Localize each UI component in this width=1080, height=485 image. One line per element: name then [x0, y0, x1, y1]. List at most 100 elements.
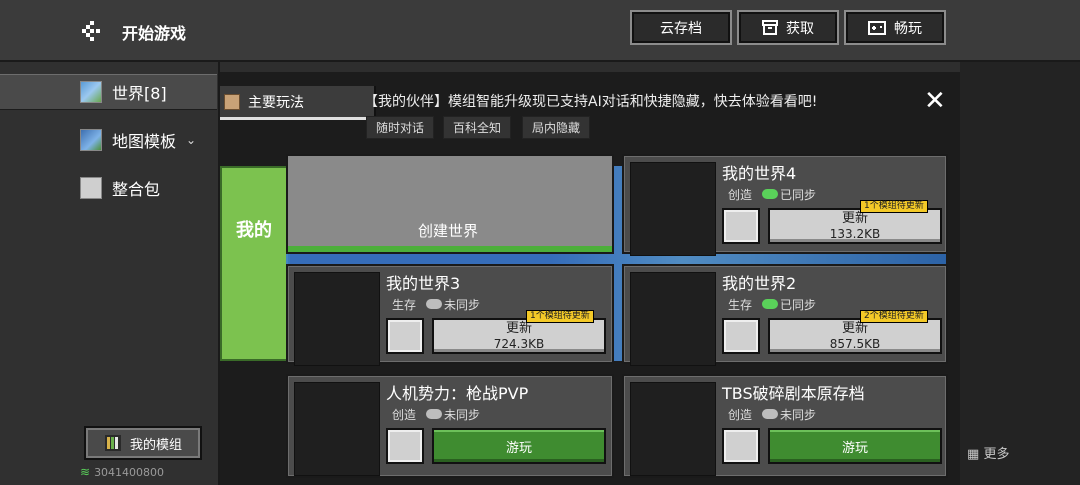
- world-card[interactable]: 人机势力：枪战PVP 创造 未同步 游玩: [286, 374, 614, 478]
- sidebar-item-worlds[interactable]: 世界[8]: [0, 74, 217, 110]
- world-thumbnail: [630, 382, 716, 476]
- box-icon: [762, 20, 778, 35]
- gamepad-icon: [868, 20, 886, 35]
- update-label: 更新: [505, 321, 532, 336]
- gameplay-icon: [224, 93, 240, 110]
- play-label: 游玩: [505, 440, 532, 456]
- update-button[interactable]: 更新 724.3KB: [432, 318, 606, 354]
- world-thumbnail: [294, 382, 380, 476]
- world-card[interactable]: 我的世界2 生存 已同步 更新 857.5KB 2个模组待更新: [622, 264, 948, 366]
- more-link[interactable]: ▦ 更多: [967, 443, 1009, 462]
- update-label: 更新: [841, 321, 868, 336]
- cloud-save-button[interactable]: 云存档: [630, 10, 732, 45]
- world-meta: 创造 未同步: [392, 406, 480, 423]
- update-label: 更新: [841, 211, 868, 226]
- play-tab-button[interactable]: 畅玩: [844, 10, 946, 45]
- world-mode: 创造: [728, 188, 753, 202]
- world-title: 人机势力：枪战PVP: [386, 384, 529, 403]
- create-world-button[interactable]: 创建世界: [286, 154, 614, 254]
- play-label: 游玩: [841, 440, 868, 456]
- sidebar-item-map-templates[interactable]: 地图模板 ⌄: [0, 122, 217, 158]
- more-label: 更多: [983, 447, 1010, 462]
- world-title: 我的世界3: [386, 274, 461, 293]
- sidebar: 世界[8] 地图模板 ⌄ 整合包 我的模组 ≋ 3041400800: [0, 62, 220, 485]
- chip-chat-anytime[interactable]: 随时对话: [366, 116, 434, 139]
- world-mode: 创造: [392, 408, 417, 422]
- world-options-button[interactable]: [722, 428, 760, 464]
- chip-hide-ingame[interactable]: 局内隐藏: [522, 116, 590, 139]
- sidebar-item-label: 世界[8]: [112, 84, 167, 103]
- tab-main-gameplay[interactable]: 主要玩法: [220, 86, 376, 120]
- announcement-text: 【我的伙伴】模组智能升级现已支持AI对话和快捷隐藏，快去体验看看吧!: [364, 94, 818, 110]
- chip-label: 局内隐藏: [531, 121, 580, 135]
- world-meta: 创造 已同步: [728, 186, 816, 203]
- grid-icon: ▦: [967, 447, 980, 462]
- play-button[interactable]: 游玩: [768, 428, 942, 464]
- top-bar: 开始游戏 云存档 获取 畅玩: [0, 0, 1080, 62]
- bookshelf-icon: [104, 435, 121, 451]
- sidebar-item-modpacks[interactable]: 整合包: [0, 170, 217, 206]
- world-icon: [80, 81, 102, 103]
- cloud-synced-icon: [762, 299, 779, 309]
- create-world-label: 创建世界: [418, 222, 479, 240]
- world-card[interactable]: 我的世界3 生存 未同步 更新 724.3KB 1个模组待更新: [286, 264, 614, 366]
- world-mode: 生存: [728, 298, 753, 312]
- chip-encyclopedia[interactable]: 百科全知: [443, 116, 511, 139]
- tab-label: 主要玩法: [248, 94, 304, 111]
- mod-update-badge: 2个模组待更新: [860, 310, 928, 323]
- world-meta: 创造 未同步: [728, 406, 816, 423]
- sync-status: 已同步: [780, 298, 817, 312]
- page-title: 开始游戏: [122, 24, 187, 43]
- world-thumbnail: [630, 162, 716, 256]
- network-status: ≋ 3041400800: [80, 465, 164, 479]
- world-mode: 生存: [392, 298, 417, 312]
- update-size: 857.5KB: [829, 336, 881, 351]
- sync-status: 未同步: [444, 408, 481, 422]
- world-options-button[interactable]: [722, 208, 760, 244]
- mod-update-badge: 1个模组待更新: [860, 200, 928, 213]
- background-strip: [220, 62, 1080, 72]
- get-label: 获取: [786, 20, 814, 37]
- cloud-unsynced-icon: [762, 409, 779, 419]
- my-mods-button[interactable]: 我的模组: [84, 426, 202, 460]
- sync-status: 未同步: [780, 408, 817, 422]
- world-title: 我的世界2: [722, 274, 797, 293]
- world-thumbnail: [294, 272, 380, 366]
- world-options-button[interactable]: [386, 428, 424, 464]
- close-icon[interactable]: ✕: [924, 88, 946, 114]
- world-card[interactable]: TBS破碎剧本原存档 创造 未同步 游玩: [622, 374, 948, 478]
- network-id: 3041400800: [94, 465, 165, 479]
- sync-status: 已同步: [780, 188, 817, 202]
- chip-label: 百科全知: [452, 121, 501, 135]
- world-meta: 生存 已同步: [728, 296, 816, 313]
- my-mods-label: 我的模组: [129, 437, 182, 453]
- world-card[interactable]: 我的世界4 创造 已同步 更新 133.2KB 1个模组待更新: [622, 154, 948, 256]
- world-thumbnail: [630, 272, 716, 366]
- world-mode: 创造: [728, 408, 753, 422]
- cloud-synced-icon: [762, 189, 779, 199]
- sync-status: 未同步: [444, 298, 481, 312]
- mod-update-badge: 1个模组待更新: [526, 310, 594, 323]
- cloud-save-label: 云存档: [660, 20, 702, 37]
- world-meta: 生存 未同步: [392, 296, 480, 313]
- back-icon[interactable]: [80, 20, 104, 42]
- sidebar-item-label: 地图模板: [112, 132, 177, 151]
- get-button[interactable]: 获取: [737, 10, 839, 45]
- play-button[interactable]: 游玩: [432, 428, 606, 464]
- sidebar-item-label: 整合包: [112, 180, 161, 199]
- main-content: 我的 ▦ 更多 主要玩法 【我的伙伴】模组智能升级现已支持AI对话和快捷隐藏，快…: [220, 62, 1080, 485]
- update-button[interactable]: 更新 857.5KB: [768, 318, 942, 354]
- update-size: 724.3KB: [493, 336, 545, 351]
- cloud-unsynced-icon: [426, 409, 443, 419]
- update-button[interactable]: 更新 133.2KB: [768, 208, 942, 244]
- map-template-icon: [80, 129, 102, 151]
- wifi-icon: ≋: [80, 465, 91, 479]
- background-hero-text: 我的: [236, 220, 272, 241]
- cloud-unsynced-icon: [426, 299, 443, 309]
- world-title: TBS破碎剧本原存档: [722, 384, 865, 403]
- chip-label: 随时对话: [375, 121, 424, 135]
- world-title: 我的世界4: [722, 164, 797, 183]
- world-options-button[interactable]: [386, 318, 424, 354]
- world-options-button[interactable]: [722, 318, 760, 354]
- right-panel: [960, 62, 1080, 485]
